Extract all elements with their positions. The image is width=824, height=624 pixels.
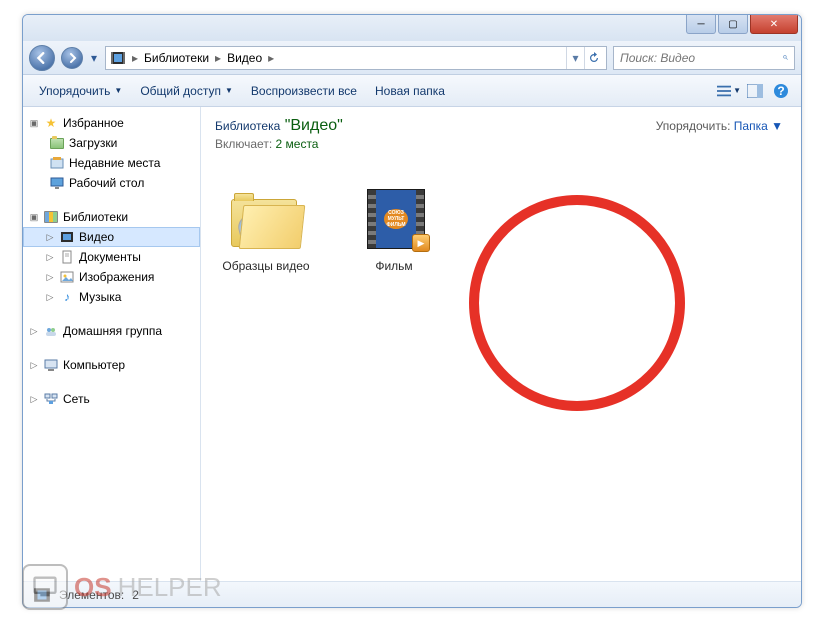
star-icon: ★ xyxy=(43,115,59,131)
nav-images[interactable]: ▷Изображения xyxy=(23,267,200,287)
search-icon xyxy=(783,51,788,64)
breadcrumb-chevron-icon: ▸ xyxy=(213,51,223,65)
folder-item-samples[interactable]: Образцы видео xyxy=(221,179,311,273)
video-icon xyxy=(59,229,75,245)
breadcrumb-video[interactable]: Видео xyxy=(223,51,266,65)
includes-locations-link[interactable]: 2 места xyxy=(276,137,319,151)
preview-pane-button[interactable] xyxy=(743,79,767,103)
video-library-icon xyxy=(33,586,51,604)
network-icon xyxy=(43,391,59,407)
arrow-left-icon xyxy=(36,52,48,64)
refresh-button[interactable] xyxy=(584,47,602,69)
svg-text:?: ? xyxy=(777,84,784,98)
breadcrumb-chevron-icon: ▸ xyxy=(130,51,140,65)
search-box[interactable] xyxy=(613,46,795,70)
recent-icon xyxy=(49,155,65,171)
refresh-icon xyxy=(588,52,600,64)
maximize-button[interactable]: ▢ xyxy=(718,15,748,34)
nav-favorites[interactable]: ▣★Избранное xyxy=(23,113,200,133)
nav-desktop[interactable]: Рабочий стол xyxy=(23,173,200,193)
nav-homegroup[interactable]: ▷Домашняя группа xyxy=(23,321,200,341)
music-icon: ♪ xyxy=(59,289,75,305)
toolbar: Упорядочить▼ Общий доступ▼ Воспроизвести… xyxy=(23,75,801,107)
nav-video[interactable]: ▷Видео xyxy=(23,227,200,247)
search-input[interactable] xyxy=(620,51,777,65)
navigation-pane: ▣★Избранное Загрузки Недавние места Рабо… xyxy=(23,107,201,581)
nav-recent[interactable]: Недавние места xyxy=(23,153,200,173)
organize-button[interactable]: Упорядочить▼ xyxy=(31,80,130,102)
status-count-label: Элементов: xyxy=(59,588,124,602)
video-file-icon: СОЮЗМУЛЬТФИЛЬМ ▶ xyxy=(355,179,433,253)
nav-libraries[interactable]: ▣Библиотеки xyxy=(23,207,200,227)
address-bar: ▾ ▸ Библиотеки ▸ Видео ▸ ▾ xyxy=(23,41,801,75)
new-folder-button[interactable]: Новая папка xyxy=(367,80,453,102)
nav-history-dropdown[interactable]: ▾ xyxy=(89,51,99,65)
folder-icon xyxy=(227,179,305,253)
nav-network[interactable]: ▷Сеть xyxy=(23,389,200,409)
nav-documents[interactable]: ▷Документы xyxy=(23,247,200,267)
pane-icon xyxy=(747,84,763,98)
share-button[interactable]: Общий доступ▼ xyxy=(132,80,241,102)
breadcrumb-libraries[interactable]: Библиотеки xyxy=(140,51,213,65)
arrange-by: Упорядочить: Папка ▼ xyxy=(656,119,783,133)
view-icon xyxy=(717,84,731,98)
breadcrumb[interactable]: ▸ Библиотеки ▸ Видео ▸ ▾ xyxy=(105,46,607,70)
play-all-button[interactable]: Воспроизвести все xyxy=(243,80,365,102)
help-icon: ? xyxy=(773,83,789,99)
libraries-icon xyxy=(43,209,59,225)
item-label: Образцы видео xyxy=(221,259,311,273)
arrow-right-icon xyxy=(67,53,77,63)
content-pane: Библиотека "Видео" Включает: 2 места Упо… xyxy=(201,107,801,581)
close-button[interactable]: ✕ xyxy=(750,15,798,34)
nav-computer[interactable]: ▷Компьютер xyxy=(23,355,200,375)
library-includes: Включает: 2 места xyxy=(215,137,787,151)
computer-icon xyxy=(43,357,59,373)
downloads-icon xyxy=(49,135,65,151)
breadcrumb-dropdown[interactable]: ▾ xyxy=(566,47,584,69)
nav-back-button[interactable] xyxy=(29,45,55,71)
documents-icon xyxy=(59,249,75,265)
nav-music[interactable]: ▷♪Музыка xyxy=(23,287,200,307)
status-count: 2 xyxy=(132,588,139,602)
item-label: Фильм xyxy=(349,259,439,273)
homegroup-icon xyxy=(43,323,59,339)
status-bar: Элементов: 2 xyxy=(23,581,801,607)
view-options-button[interactable]: ▼ xyxy=(717,79,741,103)
library-header-label: Библиотека xyxy=(215,119,280,133)
nav-downloads[interactable]: Загрузки xyxy=(23,133,200,153)
explorer-window: ─ ▢ ✕ ▾ ▸ Библиотеки ▸ Видео ▸ ▾ xyxy=(22,14,802,608)
library-header-name: "Видео" xyxy=(285,117,343,134)
play-overlay-icon: ▶ xyxy=(412,234,430,252)
desktop-icon xyxy=(49,175,65,191)
video-library-icon xyxy=(110,50,126,66)
titlebar: ─ ▢ ✕ xyxy=(23,15,801,41)
images-icon xyxy=(59,269,75,285)
file-item-film[interactable]: СОЮЗМУЛЬТФИЛЬМ ▶ Фильм xyxy=(349,179,439,273)
help-button[interactable]: ? xyxy=(769,79,793,103)
nav-forward-button[interactable] xyxy=(61,47,83,69)
breadcrumb-chevron-icon: ▸ xyxy=(266,51,276,65)
minimize-button[interactable]: ─ xyxy=(686,15,716,34)
arrange-by-dropdown[interactable]: Папка ▼ xyxy=(734,119,783,133)
